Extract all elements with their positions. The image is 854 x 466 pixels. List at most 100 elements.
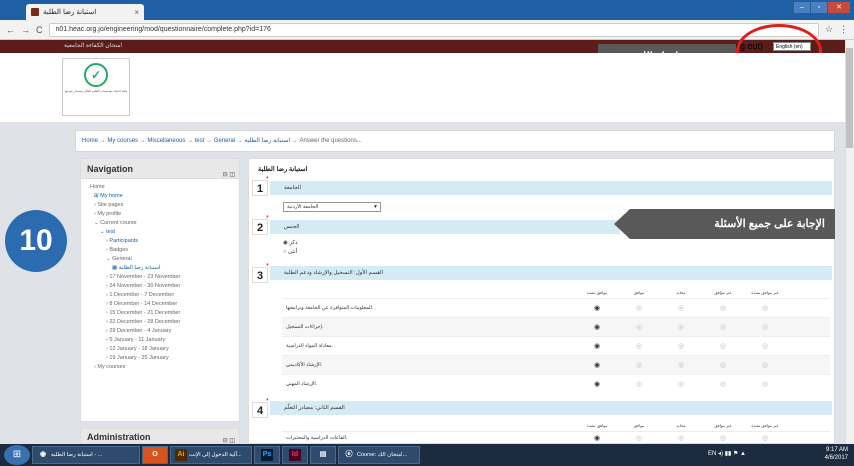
breadcrumb-home[interactable]: Home (82, 138, 98, 144)
signal-icon[interactable]: ▮▮ (725, 451, 732, 457)
site-header-link[interactable]: امتحان الكفاءة الجامعية (64, 43, 122, 49)
nav-item[interactable]: › Badges (90, 246, 239, 255)
nav-item[interactable]: › 15 December - 21 December (90, 309, 239, 318)
nav-item[interactable]: ⌄ Current course (90, 219, 239, 228)
nav-item[interactable]: ⊞ My home (90, 192, 239, 201)
site-logo[interactable]: ✓ هيئة اعتماد مؤسسات التعليم العالي وضما… (62, 58, 130, 116)
nav-item[interactable]: Home (90, 183, 239, 192)
radio-button[interactable]: ◉ (576, 361, 618, 369)
university-select[interactable]: الجامعة الأردنية (283, 202, 381, 212)
radio-button[interactable]: ◉ (576, 380, 618, 388)
scrollbar-thumb[interactable] (846, 48, 853, 148)
nav-item[interactable]: › Participants (90, 237, 239, 246)
radio-button[interactable]: ◉ (576, 434, 618, 442)
nav-item[interactable]: › My profile (90, 210, 239, 219)
radio-button[interactable]: ◎ (702, 304, 744, 312)
radio-button[interactable]: ◎ (618, 304, 660, 312)
language-indicator[interactable]: EN (708, 451, 716, 457)
block-controls-icon[interactable]: ⊟ ◫ (223, 165, 235, 185)
bookmark-star-icon[interactable]: ☆ (825, 24, 833, 35)
network-icon[interactable]: ▲ (740, 451, 746, 457)
radio-button[interactable]: ◎ (744, 361, 786, 369)
grid-row: الإرشاد المهني. ◉ ◎ ◎ ◎ ◎ (282, 374, 830, 393)
radio-button[interactable]: ◎ (618, 361, 660, 369)
radio-button[interactable]: ◎ (660, 304, 702, 312)
radio-button[interactable]: ◎ (744, 342, 786, 350)
browser-tab[interactable]: استبانة رضا الطلبة × (26, 4, 144, 20)
radio-button[interactable]: ◉ (576, 304, 618, 312)
radio-button[interactable]: ◎ (744, 434, 786, 442)
breadcrumb-my-courses[interactable]: My courses (107, 138, 138, 144)
taskbar-illustrator[interactable]: Ai آلية الدخول إلى الإنت... (170, 446, 252, 464)
forward-button[interactable]: → (21, 25, 30, 35)
radio-button[interactable]: ◉ (576, 323, 618, 331)
radio-button[interactable]: ◉ (576, 342, 618, 350)
nav-item[interactable]: › Site pages (90, 201, 239, 210)
nav-item[interactable]: › 19 January - 25 January (90, 354, 239, 363)
nav-item[interactable]: › 24 November - 30 November (90, 282, 239, 291)
reload-button[interactable]: C (36, 25, 43, 35)
nav-item[interactable]: ⌄ test (90, 228, 239, 237)
grid-header-cell: محايد (676, 423, 686, 428)
taskbar-indesign[interactable]: Id (282, 446, 308, 464)
gender-option-male[interactable]: ◉ ذكر (283, 239, 297, 247)
radio-button[interactable]: ◎ (702, 342, 744, 350)
radio-button[interactable]: ◎ (618, 434, 660, 442)
radio-button[interactable]: ◎ (618, 380, 660, 388)
clock[interactable]: 9:17 AM 4/6/2017 (825, 446, 848, 462)
radio-button[interactable]: ◎ (702, 361, 744, 369)
radio-button[interactable]: ◎ (702, 380, 744, 388)
radio-button[interactable]: ◎ (660, 380, 702, 388)
nav-item[interactable]: › 29 December - 4 January (90, 327, 239, 336)
radio-button[interactable]: ◎ (618, 323, 660, 331)
maximize-button[interactable]: ▫ (811, 2, 827, 13)
breadcrumb-general[interactable]: General (214, 138, 235, 144)
url-input[interactable]: n01.heac.org.jo/engineering/mod/question… (48, 22, 819, 37)
radio-button[interactable]: ◎ (660, 323, 702, 331)
nav-item[interactable]: › 8 December - 14 December (90, 300, 239, 309)
nav-item[interactable]: › 1 December - 7 December (90, 291, 239, 300)
required-icon: * (266, 263, 269, 270)
breadcrumb-test[interactable]: test (195, 138, 205, 144)
radio-button[interactable]: ◎ (702, 434, 744, 442)
nav-item-questionnaire[interactable]: ▦ استبانة رضا الطلبة (90, 264, 239, 273)
gender-option-female[interactable]: ○ أنثى (283, 248, 297, 256)
nav-item[interactable]: › 12 January - 18 January (90, 345, 239, 354)
taskbar-chrome[interactable]: ◉ استبانة رضا الطلبة - ... (32, 446, 140, 464)
browser-menu-icon[interactable]: ⋮ (839, 24, 848, 35)
radio-button[interactable]: ◎ (702, 323, 744, 331)
grid-header-cell: غير موافق (714, 423, 732, 428)
clock-date: 4/6/2017 (824, 455, 848, 461)
nav-item[interactable]: › 22 December - 28 December (90, 318, 239, 327)
nav-item[interactable]: › My courses (90, 363, 239, 372)
breadcrumb-questionnaire[interactable]: استبانة رضا الطلبة (244, 138, 290, 144)
radio-button[interactable]: ◎ (618, 342, 660, 350)
question-label: القسم الثاني: مصادر التعلّم (270, 401, 832, 415)
start-button[interactable]: ⊞ (4, 445, 30, 465)
radio-button[interactable]: ◎ (744, 380, 786, 388)
radio-button[interactable]: ◎ (744, 323, 786, 331)
tab-close-icon[interactable]: × (134, 8, 139, 17)
minimize-button[interactable]: – (794, 2, 810, 13)
close-window-button[interactable]: ✕ (828, 2, 850, 13)
back-button[interactable]: ← (6, 25, 15, 35)
taskbar-office[interactable]: O (142, 446, 168, 464)
taskbar-ie[interactable]: ⓔ Course: امتحان الك... (338, 446, 420, 464)
radio-button[interactable]: ◎ (744, 304, 786, 312)
nav-item[interactable]: › 17 November - 23 November (90, 273, 239, 282)
volume-icon[interactable]: ◂) (718, 451, 723, 457)
nav-item[interactable]: ⌄ General (90, 255, 239, 264)
taskbar-explorer[interactable]: ▤ (310, 446, 336, 464)
taskbar-photoshop[interactable]: Ps (254, 446, 280, 464)
breadcrumb-misc[interactable]: Miscellaneous (147, 138, 185, 144)
grid-row: المعلومات المتوافرة عن الجامعة وبرامجها.… (282, 298, 830, 317)
tab-title: استبانة رضا الطلبة (43, 9, 97, 16)
radio-button[interactable]: ◎ (660, 361, 702, 369)
radio-button[interactable]: ◎ (660, 434, 702, 442)
address-bar: ← → C n01.heac.org.jo/engineering/mod/qu… (0, 20, 854, 40)
nav-item[interactable]: › 5 January - 11 January (90, 336, 239, 345)
administration-title: Administration (87, 432, 151, 442)
radio-button[interactable]: ◎ (660, 342, 702, 350)
grid-header-cell: موافق (633, 423, 645, 428)
flag-icon[interactable]: ⚑ (733, 451, 738, 457)
